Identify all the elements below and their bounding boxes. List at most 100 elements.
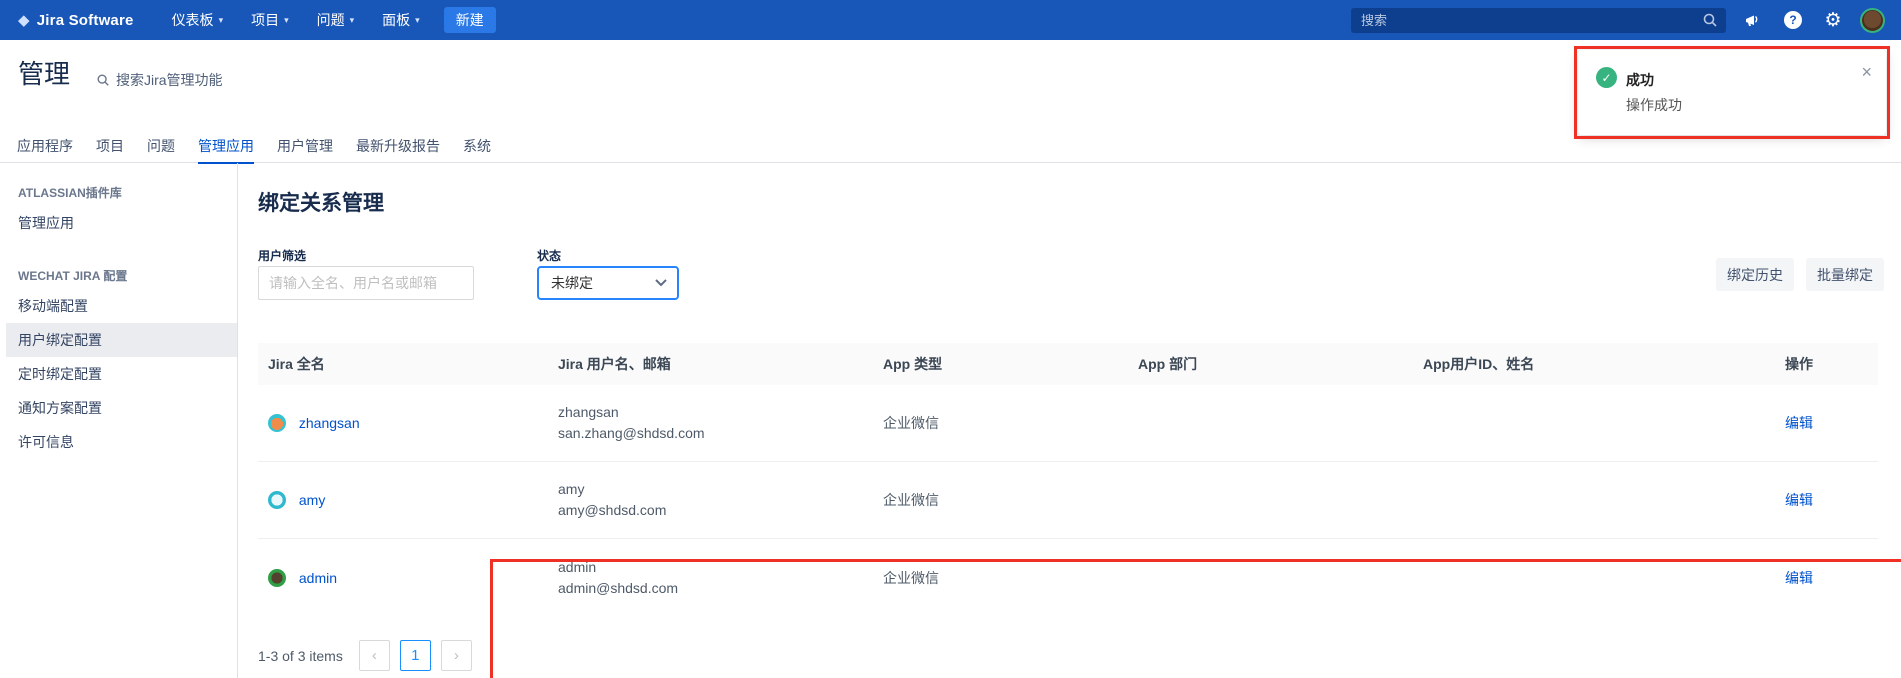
- row-avatar: [268, 569, 286, 587]
- main-content: 绑定关系管理 用户筛选 状态 未绑定 绑定历史 批量绑定 Jira 全名 Jir…: [238, 163, 1901, 678]
- help-button[interactable]: ?: [1780, 7, 1806, 33]
- sidebar-entry-label: 许可信息: [18, 434, 74, 450]
- nav-menu-item[interactable]: 问题 ▾: [307, 4, 365, 36]
- nav-menu-item-label: 项目: [251, 10, 279, 30]
- help-icon: ?: [1784, 11, 1802, 29]
- table-header-cell: App 类型: [873, 354, 1128, 374]
- admin-tab-label: 问题: [147, 138, 175, 154]
- sidebar-entry-label: 移动端配置: [18, 298, 88, 314]
- pagination-next-button[interactable]: ›: [441, 640, 472, 671]
- search-icon: [96, 73, 110, 87]
- admin-search-label: 搜索Jira管理功能: [116, 70, 223, 90]
- sidebar-entry-label: ATLASSIAN插件库: [18, 186, 122, 200]
- jira-logo[interactable]: ◆ Jira Software: [18, 12, 134, 29]
- sidebar-entry[interactable]: 管理应用: [6, 206, 237, 240]
- table-row: zhangsan zhangsan san.zhang@shdsd.com 企业…: [258, 385, 1878, 462]
- admin-tab-label: 用户管理: [277, 138, 333, 154]
- admin-tab[interactable]: 问题: [147, 134, 175, 163]
- admin-tab[interactable]: 管理应用: [198, 134, 254, 163]
- row-avatar: [268, 414, 286, 432]
- user-link[interactable]: amy: [299, 492, 325, 508]
- sidebar-entry[interactable]: 用户绑定配置: [6, 323, 237, 357]
- jira-email: admin@shdsd.com: [558, 578, 873, 599]
- jira-logo-text: Jira Software: [37, 12, 134, 29]
- admin-tab[interactable]: 用户管理: [277, 134, 333, 163]
- admin-tab-label: 应用程序: [17, 138, 73, 154]
- success-toast: ✓ 成功 操作成功 ×: [1578, 50, 1886, 135]
- nav-menu-item-label: 面板: [382, 10, 410, 30]
- create-button[interactable]: 新建: [444, 7, 496, 33]
- close-icon[interactable]: ×: [1861, 62, 1872, 83]
- jira-username-email-cell: amy amy@shdsd.com: [548, 479, 873, 521]
- nav-search: [1351, 8, 1726, 33]
- sidebar-entry[interactable]: 移动端配置: [6, 289, 237, 323]
- pagination: 1-3 of 3 items ‹ 1 ›: [258, 640, 472, 671]
- binding-history-button[interactable]: 绑定历史: [1716, 258, 1794, 291]
- pagination-prev-button[interactable]: ‹: [359, 640, 390, 671]
- sidebar-entry[interactable]: WECHAT JIRA 配置: [6, 260, 237, 289]
- nav-menu-item[interactable]: 面板 ▾: [372, 4, 430, 36]
- action-cell: 编辑: [1775, 568, 1878, 588]
- table-header-cell: App用户ID、姓名: [1413, 354, 1775, 374]
- admin-tab-label: 最新升级报告: [356, 138, 440, 154]
- status-select[interactable]: 未绑定: [537, 266, 679, 300]
- megaphone-icon: [1744, 11, 1762, 29]
- table-row: admin admin admin@shdsd.com 企业微信 编辑: [258, 539, 1878, 616]
- user-link[interactable]: zhangsan: [299, 415, 360, 431]
- status-select-value: 未绑定: [551, 273, 593, 293]
- gear-icon: ⚙: [1824, 11, 1841, 30]
- admin-search[interactable]: 搜索Jira管理功能: [96, 70, 223, 90]
- announcement-button[interactable]: [1740, 7, 1766, 33]
- jira-fullname-cell: zhangsan: [258, 414, 548, 432]
- jira-username-email-cell: zhangsan san.zhang@shdsd.com: [548, 402, 873, 444]
- jira-fullname-cell: admin: [258, 569, 548, 587]
- app-type-cell: 企业微信: [873, 413, 1128, 433]
- edit-link[interactable]: 编辑: [1785, 415, 1813, 431]
- user-link[interactable]: admin: [299, 570, 337, 586]
- admin-tab[interactable]: 项目: [96, 134, 124, 163]
- table-header-cell: App 部门: [1128, 354, 1413, 374]
- admin-tab-label: 系统: [463, 138, 491, 154]
- table-row: amy amy amy@shdsd.com 企业微信 编辑: [258, 462, 1878, 539]
- admin-tab[interactable]: 最新升级报告: [356, 134, 440, 163]
- jira-fullname-cell: amy: [258, 491, 548, 509]
- edit-link[interactable]: 编辑: [1785, 492, 1813, 508]
- search-input[interactable]: [1351, 8, 1726, 33]
- app-type-cell: 企业微信: [873, 568, 1128, 588]
- sidebar-entry[interactable]: ATLASSIAN插件库: [6, 177, 237, 206]
- edit-link[interactable]: 编辑: [1785, 570, 1813, 586]
- toast-title: 成功: [1626, 70, 1654, 90]
- user-filter-input[interactable]: [258, 266, 474, 300]
- app-type-cell: 企业微信: [873, 490, 1128, 510]
- search-icon[interactable]: [1702, 12, 1718, 28]
- sidebar-entry[interactable]: 许可信息: [6, 425, 237, 459]
- admin-tab-label: 管理应用: [198, 138, 254, 154]
- admin-tab[interactable]: 应用程序: [17, 134, 73, 163]
- table-header-row: Jira 全名 Jira 用户名、邮箱 App 类型 App 部门 App用户I…: [258, 343, 1878, 385]
- nav-menu-item[interactable]: 仪表板 ▾: [162, 4, 234, 36]
- chevron-left-icon: ‹: [372, 647, 377, 664]
- section-title: 绑定关系管理: [258, 187, 384, 217]
- chevron-down-icon: ▾: [350, 15, 355, 26]
- sidebar-entry[interactable]: 定时绑定配置: [6, 357, 237, 391]
- nav-menu-item-label: 问题: [317, 10, 345, 30]
- jira-username: admin: [558, 557, 873, 578]
- action-cell: 编辑: [1775, 413, 1878, 433]
- jira-logo-icon: ◆: [18, 13, 30, 28]
- nav-menu-item[interactable]: 项目 ▾: [241, 4, 299, 36]
- row-avatar: [268, 491, 286, 509]
- pagination-summary: 1-3 of 3 items: [258, 648, 343, 664]
- nav-right-cluster: ? ⚙: [1351, 7, 1885, 33]
- sidebar-entry[interactable]: 通知方案配置: [6, 391, 237, 425]
- batch-binding-button[interactable]: 批量绑定: [1806, 258, 1884, 291]
- pagination-page-1[interactable]: 1: [400, 640, 431, 671]
- admin-tab[interactable]: 系统: [463, 134, 491, 163]
- toast-message: 操作成功: [1626, 95, 1682, 115]
- status-filter-label: 状态: [537, 247, 561, 264]
- jira-email: san.zhang@shdsd.com: [558, 423, 873, 444]
- chevron-down-icon: ▾: [415, 15, 420, 26]
- user-avatar[interactable]: [1860, 8, 1885, 33]
- table-header-cell: 操作: [1775, 354, 1878, 374]
- settings-button[interactable]: ⚙: [1820, 7, 1846, 33]
- chevron-down-icon: ▾: [284, 15, 289, 26]
